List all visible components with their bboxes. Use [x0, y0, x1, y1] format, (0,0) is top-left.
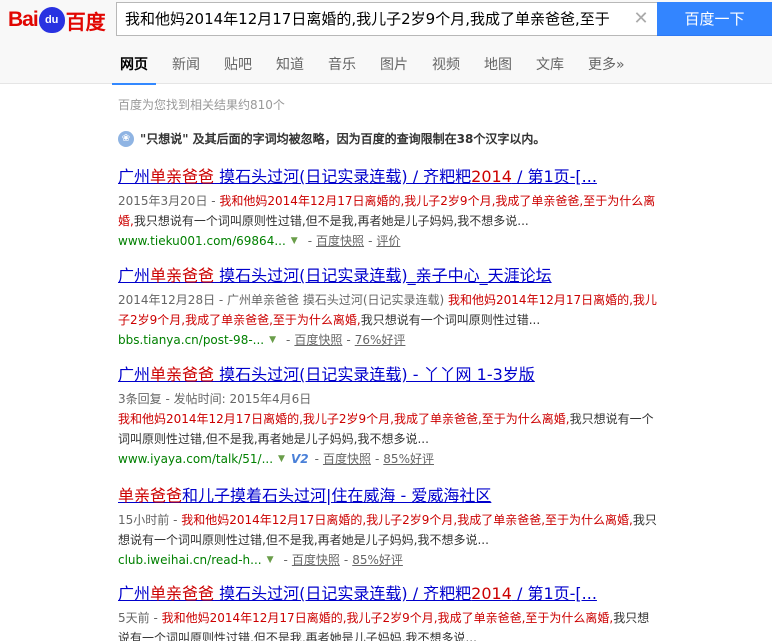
result-url[interactable]: bbs.tianya.cn/post-98-... — [118, 330, 264, 350]
result-abstract: 2015年3月20日 - 我和他妈2014年12月17日离婚的,我儿子2岁9个月… — [118, 194, 656, 228]
result-url-row: www.iyaya.com/talk/51/... ▼ V2 - 百度快照 - … — [118, 449, 658, 469]
cache-link[interactable]: 百度快照 — [316, 231, 364, 251]
result-abstract: 15小时前 - 我和他妈2014年12月17日离婚的,我儿子2岁9个月,我成了单… — [118, 513, 657, 547]
search-result: 单亲爸爸和儿子摸着石头过河|住在威海 - 爱威海社区 15小时前 - 我和他妈2… — [118, 485, 658, 570]
paw-icon: ❀ — [118, 130, 134, 147]
tab-music[interactable]: 音乐 — [328, 52, 356, 84]
search-result: 广州单亲爸爸 摸石头过河(日记实录连载) / 齐粑粑2014 / 第1页-[..… — [118, 166, 658, 251]
search-result: 广州单亲爸爸 摸石头过河(日记实录连载)_亲子中心_天涯论坛 2014年12月2… — [118, 265, 658, 350]
tab-wenku[interactable]: 文库 — [536, 52, 564, 84]
tab-web[interactable]: 网页 — [112, 52, 156, 85]
v2-badge-icon[interactable]: V2 — [291, 449, 309, 469]
cache-link[interactable]: 百度快照 — [323, 449, 371, 469]
search-result: 广州单亲爸爸 摸石头过河(日记实录连载) / 齐粑粑2014 / 第1页-[..… — [118, 583, 658, 641]
chevron-down-icon[interactable]: ▼ — [278, 449, 285, 469]
query-limit-notice: ❀ "只想说" 及其后面的字词均被忽略，因为百度的查询限制在38个汉字以内。 — [118, 130, 545, 147]
result-url[interactable]: www.tieku001.com/69864... — [118, 231, 286, 251]
result-title-link[interactable]: 单亲爸爸和儿子摸着石头过河|住在威海 - 爱威海社区 — [118, 485, 658, 507]
rating-link[interactable]: 85%好评 — [352, 550, 403, 570]
result-title-link[interactable]: 广州单亲爸爸 摸石头过河(日记实录连载) / 齐粑粑2014 / 第1页-[..… — [118, 583, 658, 605]
notice-text: "只想说" 及其后面的字词均被忽略，因为百度的查询限制在38个汉字以内。 — [140, 132, 546, 146]
tab-zhidao[interactable]: 知道 — [276, 52, 304, 84]
result-title-link[interactable]: 广州单亲爸爸 摸石头过河(日记实录连载) - 丫丫网 1-3岁版 — [118, 364, 658, 386]
baidu-logo[interactable]: Bai du 百度 — [8, 6, 112, 34]
cache-link[interactable]: 百度快照 — [292, 550, 340, 570]
paw-icon: du — [38, 7, 65, 33]
result-abstract: 3条回复 - 发帖时间: 2015年4月6日 我和他妈2014年12月17日离婚的… — [118, 392, 654, 446]
result-title-link[interactable]: 广州单亲爸爸 摸石头过河(日记实录连载) / 齐粑粑2014 / 第1页-[..… — [118, 166, 658, 188]
search-box: 我和他妈2014年12月17日离婚的,我儿子2岁9个月,我成了单亲爸爸,至于 ✕ — [116, 2, 657, 36]
tab-more[interactable]: 更多» — [588, 52, 625, 84]
rating-link[interactable]: 评价 — [376, 231, 400, 251]
logo-cn-text: 百度 — [65, 11, 106, 34]
search-input[interactable]: 我和他妈2014年12月17日离婚的,我儿子2岁9个月,我成了单亲爸爸,至于 — [117, 3, 627, 35]
clear-icon[interactable]: ✕ — [631, 9, 651, 29]
tab-video[interactable]: 视频 — [432, 52, 460, 84]
search-button[interactable]: 百度一下 — [657, 2, 772, 36]
tab-map[interactable]: 地图 — [484, 52, 512, 84]
result-stats: 百度为您找到相关结果约810个 — [118, 98, 285, 112]
rating-link[interactable]: 76%好评 — [355, 330, 406, 350]
result-url[interactable]: club.iweihai.cn/read-h... — [118, 550, 262, 570]
chevron-down-icon[interactable]: ▼ — [269, 330, 276, 350]
nav-tabs: 网页 新闻 贴吧 知道 音乐 图片 视频 地图 文库 更多» — [112, 52, 649, 85]
result-abstract: 2014年12月28日 - 广州单亲爸爸 摸石头过河(日记实录连载) 我和他妈2… — [118, 293, 657, 327]
result-abstract: 5天前 - 我和他妈2014年12月17日离婚的,我儿子2岁9个月,我成了单亲爸… — [118, 611, 650, 641]
result-url-row: www.tieku001.com/69864... ▼ - 百度快照 - 评价 — [118, 231, 658, 251]
result-url-row: club.iweihai.cn/read-h... ▼ - 百度快照 - 85%… — [118, 550, 658, 570]
header: Bai du 百度 我和他妈2014年12月17日离婚的,我儿子2岁9个月,我成… — [0, 0, 772, 85]
tab-tieba[interactable]: 贴吧 — [224, 52, 252, 84]
rating-link[interactable]: 85%好评 — [383, 449, 434, 469]
logo-bai-text: Bai — [8, 8, 39, 31]
cache-link[interactable]: 百度快照 — [294, 330, 342, 350]
result-url[interactable]: www.iyaya.com/talk/51/... — [118, 449, 273, 469]
tab-news[interactable]: 新闻 — [172, 52, 200, 84]
result-url-row: bbs.tianya.cn/post-98-... ▼ - 百度快照 - 76%… — [118, 330, 658, 350]
search-result: 广州单亲爸爸 摸石头过河(日记实录连载) - 丫丫网 1-3岁版 3条回复 - … — [118, 364, 658, 469]
result-title-link[interactable]: 广州单亲爸爸 摸石头过河(日记实录连载)_亲子中心_天涯论坛 — [118, 265, 658, 287]
tab-images[interactable]: 图片 — [380, 52, 408, 84]
chevron-down-icon[interactable]: ▼ — [267, 550, 274, 570]
chevron-down-icon[interactable]: ▼ — [291, 231, 298, 251]
